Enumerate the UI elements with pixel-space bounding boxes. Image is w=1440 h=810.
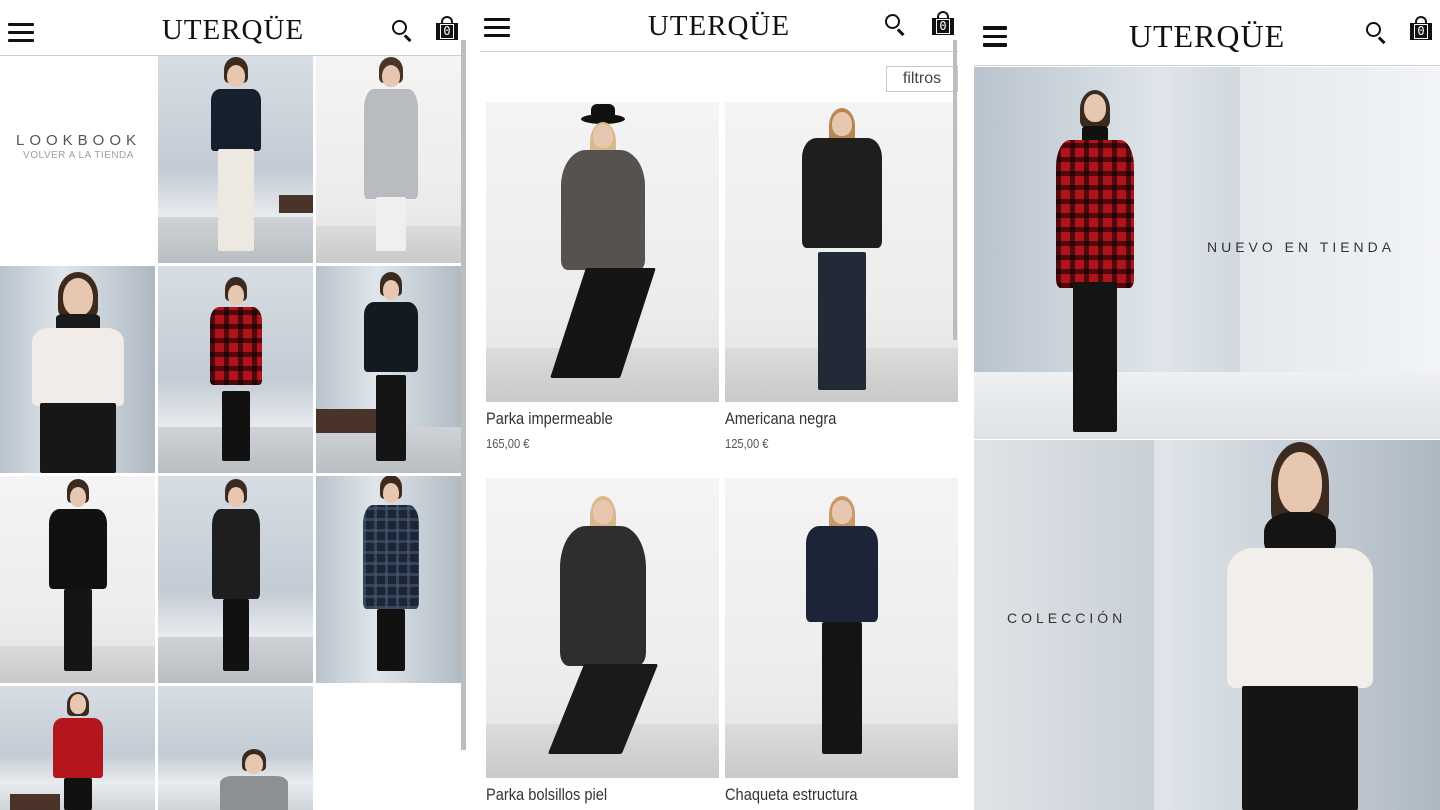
product-image[interactable] bbox=[725, 478, 958, 778]
product-image[interactable] bbox=[486, 102, 719, 402]
product-name[interactable]: Parka impermeable bbox=[486, 409, 613, 429]
shopping-bag-icon[interactable]: 0 bbox=[932, 11, 954, 35]
new-in-store-label: NUEVO EN TIENDA bbox=[1207, 239, 1396, 255]
header: UTERQÜE 0 bbox=[974, 0, 1440, 66]
lookbook-photo[interactable] bbox=[316, 56, 466, 263]
lookbook-photo[interactable] bbox=[158, 686, 313, 810]
header: UTERQÜE 0 bbox=[0, 0, 466, 56]
search-icon[interactable] bbox=[885, 14, 907, 36]
collection-label: COLECCIÓN bbox=[1007, 610, 1127, 626]
home-screen: UTERQÜE 0 NUEVO EN TIENDA COLECCIÓN bbox=[974, 0, 1440, 810]
product-price: 125,00 € bbox=[725, 436, 769, 451]
lookbook-photo[interactable] bbox=[158, 476, 313, 683]
lookbook-screen: UTERQÜE 0 LOOKBOOK VOLVER A LA TIENDA bbox=[0, 0, 466, 810]
lookbook-title: LOOKBOOK bbox=[15, 132, 142, 149]
cart-count: 0 bbox=[440, 24, 454, 39]
collection-banner[interactable]: COLECCIÓN bbox=[974, 440, 1440, 810]
product-name[interactable]: Chaqueta estructura bbox=[725, 785, 857, 805]
shopping-bag-icon[interactable]: 0 bbox=[436, 16, 458, 40]
product-name[interactable]: Parka bolsillos piel bbox=[486, 785, 607, 805]
scrollbar[interactable] bbox=[953, 40, 957, 340]
search-icon[interactable] bbox=[392, 20, 414, 42]
app-screens-composite: UTERQÜE 0 LOOKBOOK VOLVER A LA TIENDA UT… bbox=[0, 0, 1440, 810]
cart-count: 0 bbox=[936, 19, 950, 34]
header: UTERQÜE 0 bbox=[480, 0, 958, 52]
lookbook-photo[interactable] bbox=[316, 266, 466, 473]
lookbook-photo[interactable] bbox=[0, 266, 155, 473]
lookbook-photo[interactable] bbox=[0, 476, 155, 683]
filters-button[interactable]: filtros bbox=[886, 66, 958, 92]
product-name[interactable]: Americana negra bbox=[725, 409, 836, 429]
product-image[interactable] bbox=[486, 478, 719, 778]
lookbook-tile[interactable]: LOOKBOOK VOLVER A LA TIENDA bbox=[0, 56, 157, 264]
lookbook-photo[interactable] bbox=[0, 686, 155, 810]
lookbook-photo[interactable] bbox=[158, 56, 313, 263]
catalog-screen: UTERQÜE 0 filtros Parka impermeable 165,… bbox=[480, 0, 960, 810]
product-price: 165,00 € bbox=[486, 436, 530, 451]
product-image[interactable] bbox=[725, 102, 958, 402]
cart-count: 0 bbox=[1414, 24, 1428, 39]
new-in-store-banner[interactable]: NUEVO EN TIENDA bbox=[974, 67, 1440, 439]
search-icon[interactable] bbox=[1366, 22, 1388, 44]
back-to-store-link[interactable]: VOLVER A LA TIENDA bbox=[0, 150, 157, 161]
lookbook-photo[interactable] bbox=[158, 266, 313, 473]
shopping-bag-icon[interactable]: 0 bbox=[1410, 16, 1432, 40]
lookbook-photo[interactable] bbox=[316, 476, 466, 683]
scrollbar[interactable] bbox=[461, 40, 466, 750]
